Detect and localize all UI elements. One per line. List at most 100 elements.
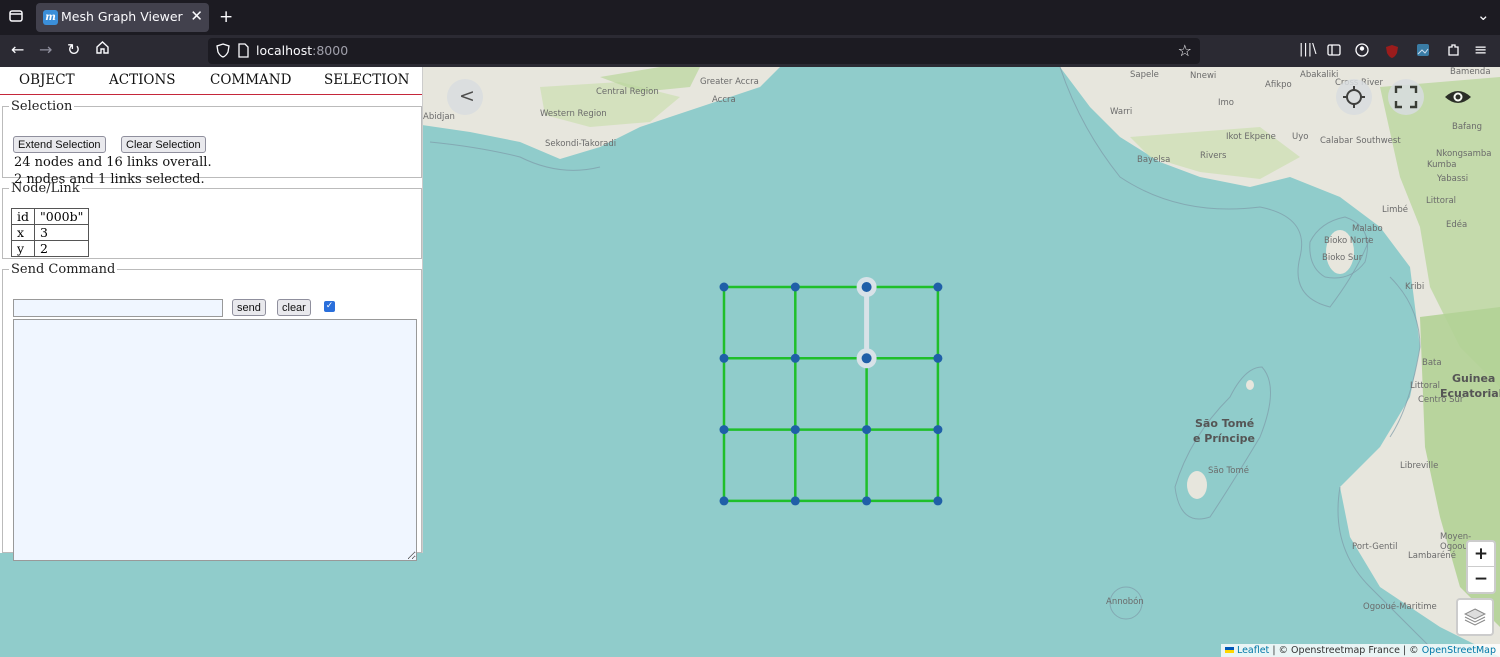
clear-button[interactable]: clear [277,299,311,316]
url-bar[interactable]: localhost:8000 ☆ [208,38,1200,64]
graph-node[interactable] [933,496,943,506]
collapse-panel-button[interactable]: < [447,79,483,115]
command-fieldset: Send Command send clear ✓ [2,262,422,561]
home-icon[interactable] [95,40,110,59]
extensions-icon[interactable] [1446,42,1460,61]
map-place-label: Kumba [1427,160,1457,170]
tab-mesh-graph-viewer[interactable]: m Mesh Graph Viewer ✕ [36,3,209,32]
tab-list-icon[interactable] [8,8,24,28]
send-button[interactable]: send [232,299,266,316]
graph-node[interactable] [933,425,943,435]
map-place-label: Nnewi [1190,71,1217,81]
close-icon[interactable]: ✕ [190,7,203,25]
command-input[interactable] [13,299,223,317]
map-place-label: e Príncipe [1193,432,1256,445]
shield-icon[interactable] [216,43,230,62]
visibility-button[interactable] [1440,79,1476,115]
property-key: y [11,240,35,257]
account-icon[interactable] [1355,42,1369,61]
layers-icon [1463,607,1487,631]
chevron-down-icon[interactable]: ⌄ [1477,6,1490,24]
map-place-label: Rivers [1200,151,1227,161]
tab-actions[interactable]: ACTIONS [109,72,176,88]
map-place-label: Imo [1218,98,1234,108]
graph-node[interactable] [933,282,943,292]
tab-command[interactable]: COMMAND [210,72,291,88]
map-place-label: Sekondi-Takoradi [545,139,617,149]
tab-bar: m Mesh Graph Viewer ✕ + ⌄ [0,0,1500,35]
fullscreen-icon [1394,85,1418,113]
graph-node[interactable] [790,425,800,435]
extend-selection-button[interactable]: Extend Selection [13,136,106,153]
eye-icon [1444,88,1472,110]
tab-selection[interactable]: SELECTION [324,72,409,88]
page-info-icon[interactable] [237,43,249,62]
map-place-label: Ecuatorial [1440,387,1500,400]
graph-node[interactable] [719,353,729,363]
autoclear-checkbox[interactable]: ✓ [324,301,335,312]
nodelink-legend: Node/Link [11,181,80,196]
map-place-label: Bayelsa [1137,155,1171,165]
map-place-label: Accra [712,95,736,105]
sidebar-icon[interactable] [1327,42,1341,61]
graph-node[interactable] [719,282,729,292]
map-place-label: Greater Accra [700,77,759,87]
clear-selection-button[interactable]: Clear Selection [121,136,206,153]
map-place-label: Limbé [1382,205,1409,215]
map-place-label: Abakaliki [1300,70,1339,80]
selected-graph-node[interactable] [861,282,872,292]
openstreetmap-link[interactable]: OpenStreetMap [1422,645,1496,656]
url-text: localhost:8000 [256,43,348,58]
leaflet-link[interactable]: Leaflet [1237,645,1269,656]
locate-button[interactable] [1336,79,1372,115]
zoom-in-button[interactable]: + [1468,542,1494,567]
graph-node[interactable] [790,496,800,506]
map-place-label: Bioko Norte [1324,236,1374,246]
mesh-graph[interactable] [719,277,943,506]
image-extension-icon[interactable] [1416,42,1430,61]
library-icon[interactable]: |||\ [1299,42,1317,57]
ukraine-flag-icon [1224,647,1234,653]
map-place-label: Calabar [1320,136,1353,146]
map-place-label: Western Region [540,109,607,119]
command-output[interactable] [13,319,417,561]
reload-icon[interactable]: ↻ [67,40,80,59]
property-value: 2 [33,240,90,257]
graph-node[interactable] [862,425,872,435]
zoom-control: + − [1466,540,1496,594]
forward-icon[interactable]: → [39,40,52,59]
selected-graph-node[interactable] [861,353,872,364]
collapse-label: < [459,85,475,107]
table-row: id "000b" [11,208,90,225]
menu-icon[interactable]: ≡ [1474,40,1487,59]
fullscreen-button[interactable] [1388,79,1424,115]
graph-node[interactable] [862,496,872,506]
map-place-label: São Tomé [1208,466,1249,476]
table-row: x3 [11,224,90,241]
nodelink-table: id "000b" x3 y2 [11,208,90,257]
overall-count-text: 24 nodes and 16 links overall. [14,155,212,170]
map-place-label: Littoral [1410,381,1441,391]
graph-node[interactable] [719,496,729,506]
nodelink-fieldset: Node/Link id "000b" x3 y2 [2,181,422,259]
graph-node[interactable] [933,353,943,363]
map-place-label: Warri [1110,107,1133,117]
app-favicon-icon: m [43,10,58,25]
back-icon[interactable]: ← [11,40,24,59]
graph-node[interactable] [790,282,800,292]
property-key: x [11,224,35,241]
graph-node[interactable] [790,353,800,363]
map-place-label: Libreville [1400,461,1439,471]
map-place-label: Ikot Ekpene [1226,132,1276,142]
property-key: id [11,208,35,225]
layers-button[interactable] [1456,598,1494,636]
graph-node[interactable] [719,425,729,435]
ublock-extension-icon[interactable] [1385,43,1399,62]
bookmark-star-icon[interactable]: ☆ [1178,41,1192,60]
map-place-label: Yabassi [1437,174,1469,184]
zoom-out-button[interactable]: − [1468,567,1494,591]
map-place-label: Ogooué-Maritime [1363,602,1437,612]
tab-object[interactable]: OBJECT [19,72,75,88]
new-tab-icon[interactable]: + [219,7,233,27]
map-place-label: Guinea [1452,372,1496,385]
